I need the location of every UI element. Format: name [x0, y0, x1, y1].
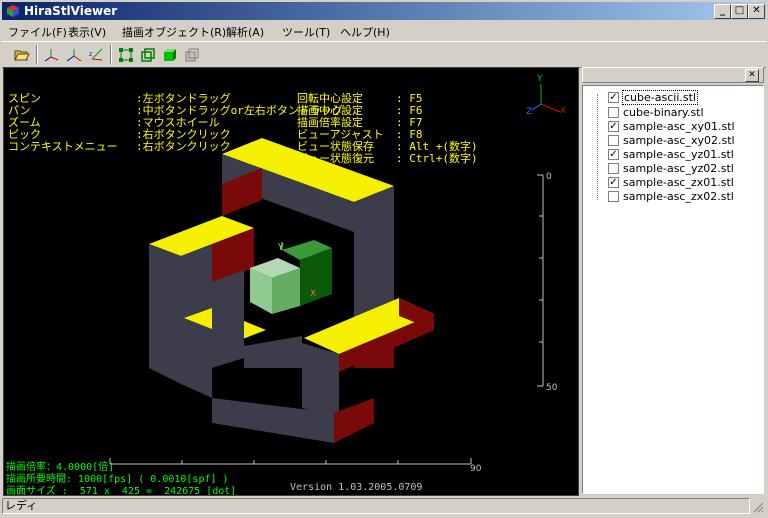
hidden-cube-icon[interactable] — [182, 45, 202, 64]
gizmo-z-label: Z — [526, 107, 532, 117]
cube-axis-x-label: X — [310, 289, 316, 299]
status-bar: レディ — [2, 497, 766, 516]
stl-model: Y X Y X Z 0 50 90 — [109, 74, 566, 474]
axis-xy-icon[interactable] — [64, 45, 84, 64]
minimize-button[interactable]: _ — [714, 4, 731, 19]
resize-grip-icon[interactable] — [752, 501, 764, 513]
file-panel-header: ✕ — [582, 67, 764, 83]
file-tree: ✓ cube-ascii.stl cube-binary.stl ✓ sample-… — [582, 85, 764, 494]
window-title: HiraStlViewer — [24, 4, 118, 18]
maximize-button[interactable]: □ — [731, 4, 748, 19]
file-panel: ✕ ✓ cube-ascii.stl cube-binary.stl ✓ sampl… — [582, 67, 764, 494]
axis-xyz-icon[interactable] — [42, 45, 62, 64]
menu-draw-object[interactable]: 描画オブジェクト(R) — [122, 24, 226, 40]
vscale-bottom-label: 50 — [546, 383, 558, 393]
tree-item-cube-binary[interactable]: cube-binary.stl — [591, 105, 705, 119]
menu-file[interactable]: ファイル(F) — [8, 24, 67, 40]
toolbar: z — [2, 41, 766, 68]
cube-axis-y-label: Y — [277, 243, 284, 253]
close-button[interactable]: ✕ — [748, 4, 765, 19]
open-folder-icon[interactable] — [12, 45, 32, 64]
svg-text:z: z — [89, 51, 92, 58]
app-cube-icon — [7, 5, 19, 17]
file-checkbox[interactable]: ✓ — [608, 176, 619, 188]
axis-zx-icon[interactable]: z — [86, 45, 106, 64]
menu-view[interactable]: 表示(V) — [68, 24, 106, 40]
title-bar[interactable]: HiraStlViewer _ □ ✕ — [2, 2, 766, 20]
tree-item-cube-ascii[interactable]: ✓ cube-ascii.stl — [591, 89, 698, 105]
file-checkbox[interactable] — [608, 134, 619, 146]
cube-outline-icon[interactable] — [138, 45, 158, 64]
tree-item-zx02[interactable]: sample-asc_zx02.stl — [591, 189, 735, 203]
tree-item-zx01[interactable]: ✓ sample-asc_zx01.stl — [591, 175, 735, 189]
app-window: HiraStlViewer _ □ ✕ ファイル(F) 表示(V) 描画オブジェ… — [0, 0, 768, 518]
gizmo-x-label: X — [560, 106, 566, 116]
file-checkbox[interactable]: ✓ — [608, 148, 619, 160]
tree-item-xy02[interactable]: sample-asc_xy02.stl — [591, 133, 736, 147]
solid-cube-icon[interactable] — [160, 45, 180, 64]
wireframe-icon[interactable] — [116, 45, 136, 64]
file-checkbox[interactable] — [608, 190, 619, 202]
version-label: Version 1.03.2005.0709 — [290, 482, 423, 493]
file-checkbox[interactable]: ✓ — [608, 91, 619, 103]
panel-close-button[interactable]: ✕ — [745, 69, 759, 82]
menu-help[interactable]: ヘルプ(H) — [340, 24, 390, 40]
vscale-top-label: 0 — [546, 172, 552, 182]
menu-bar: ファイル(F) 表示(V) 描画オブジェクト(R) 解析(A) ツール(T) ヘ… — [2, 21, 766, 40]
hscale-right-label: 90 — [470, 464, 482, 474]
gizmo-y-label: Y — [536, 74, 543, 84]
status-text: レディ — [2, 498, 750, 514]
tree-item-xy01[interactable]: ✓ sample-asc_xy01.stl — [591, 119, 736, 133]
info-size: 画面サイズ : 571 x 425 = 242675 [dot] — [6, 486, 237, 496]
3d-viewport[interactable]: スピン パン ズーム ピック コンテキストメニュー :左ボタンドラッグ:中ボタンドラッグ… — [3, 67, 579, 496]
file-checkbox[interactable]: ✓ — [608, 120, 619, 132]
file-checkbox[interactable] — [608, 106, 619, 118]
file-checkbox[interactable] — [608, 162, 619, 174]
menu-analysis[interactable]: 解析(A) — [226, 24, 264, 40]
menu-tools[interactable]: ツール(T) — [282, 24, 330, 40]
tree-item-yz02[interactable]: sample-asc_yz02.stl — [591, 161, 735, 175]
tree-item-yz01[interactable]: ✓ sample-asc_yz01.stl — [591, 147, 735, 161]
